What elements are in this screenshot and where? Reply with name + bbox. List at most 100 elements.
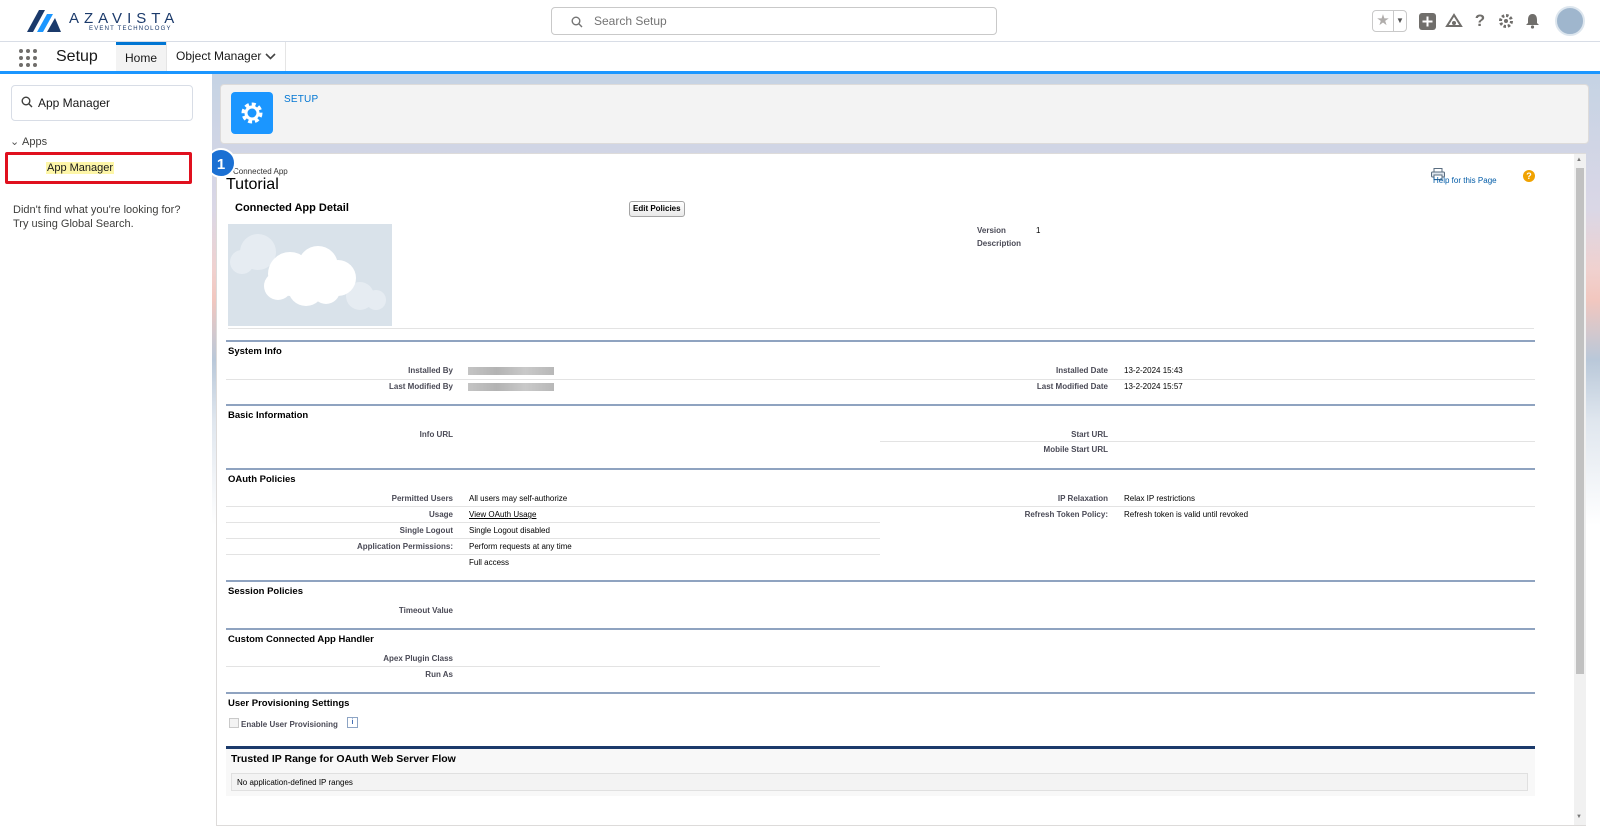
search-icon (571, 16, 583, 28)
start-url-label: Start URL (1071, 430, 1108, 439)
not-found-text: Didn't find what you're looking for? (13, 204, 181, 216)
tab-object-manager[interactable]: Object Manager (166, 42, 286, 71)
section-title: System Info (228, 346, 282, 357)
global-search[interactable] (551, 7, 997, 35)
logo-mark-icon (27, 10, 61, 32)
installed-by-label: Installed By (408, 366, 453, 375)
usage-label: Usage (428, 510, 453, 519)
page-title: Tutorial (226, 176, 279, 193)
redacted-user (468, 367, 554, 375)
app-permissions-value: Full access (469, 558, 510, 567)
notification-bell-icon[interactable] (1522, 11, 1542, 31)
scrollbar-thumb[interactable] (1576, 168, 1584, 674)
scroll-down-icon[interactable]: ▼ (1576, 814, 1582, 820)
last-modified-date-value: 13-2-2024 15:57 (1124, 382, 1183, 391)
installed-date-value: 13-2-2024 15:43 (1124, 366, 1183, 375)
enable-user-provisioning-checkbox[interactable] (229, 718, 239, 728)
scrollbar[interactable]: ▲ ▼ (1574, 154, 1586, 825)
permitted-users-value: All users may self-authorize (469, 494, 568, 503)
app-launcher-icon[interactable] (19, 49, 37, 67)
user-avatar[interactable] (1555, 6, 1585, 36)
detail-section-title: Connected App Detail (235, 202, 349, 214)
chevron-down-icon[interactable]: ▼ (1393, 11, 1406, 31)
last-modified-date-label: Last Modified Date (1036, 382, 1108, 391)
star-icon[interactable]: ★ (1373, 11, 1393, 31)
single-logout-value: Single Logout disabled (469, 526, 550, 535)
section-title: Custom Connected App Handler (228, 634, 374, 645)
last-modified-by-label: Last Modified By (388, 382, 453, 391)
mobile-start-url-label: Mobile Start URL (1043, 445, 1108, 454)
connected-app-detail-panel: 1 Connected App Tutorial Help for this P… (212, 148, 1586, 826)
session-policies-section: Session Policies Timeout Value (226, 580, 1535, 622)
sidebar-item-app-manager[interactable]: App Manager (5, 152, 192, 184)
basic-information-section: Basic Information Info URL Start URL Mob… (226, 404, 1535, 462)
row-divider (880, 441, 1535, 442)
redacted-user (468, 383, 554, 391)
cloud-icon (230, 234, 386, 310)
quick-find-input[interactable] (38, 96, 188, 110)
edit-policies-button[interactable]: Edit Policies (629, 201, 685, 217)
quick-find[interactable] (11, 85, 193, 121)
app-name: Setup (56, 48, 98, 65)
section-title: User Provisioning Settings (228, 698, 350, 709)
version-value: 1 (1036, 226, 1041, 235)
custom-handler-section: Custom Connected App Handler Apex Plugin… (226, 628, 1535, 686)
scroll-up-icon[interactable]: ▲ (1576, 157, 1582, 163)
timeout-value-label: Timeout Value (398, 606, 453, 615)
gear-icon[interactable] (1496, 11, 1516, 31)
single-logout-label: Single Logout (399, 526, 453, 535)
section-title: Basic Information (228, 410, 309, 421)
description-label: Description (977, 239, 1022, 248)
info-icon[interactable]: i (347, 717, 358, 728)
help-icon[interactable]: ? (1470, 11, 1490, 31)
sidebar-item-label: App Manager (46, 162, 115, 174)
row-divider (226, 666, 880, 667)
app-permissions-label: Application Permissions: (356, 542, 453, 551)
ip-relaxation-label: IP Relaxation (1057, 494, 1108, 503)
info-url-label: Info URL (419, 430, 453, 439)
ip-range-table: No application-defined IP ranges (231, 773, 1528, 791)
trusted-ip-range-section: Trusted IP Range for OAuth Web Server Fl… (226, 746, 1535, 796)
permitted-users-label: Permitted Users (391, 494, 453, 503)
empty-state-text: No application-defined IP ranges (237, 778, 353, 787)
view-oauth-usage-link-wrap: View OAuth Usage (469, 510, 536, 519)
tab-object-manager-label: Object Manager (176, 49, 262, 63)
global-actions-icon[interactable] (1417, 11, 1437, 31)
global-search-input[interactable] (594, 14, 984, 28)
user-provisioning-section: User Provisioning Settings Enable User P… (226, 692, 1535, 740)
row-divider (226, 522, 880, 523)
row-divider (880, 506, 1535, 507)
enable-provisioning-row: Enable User Provisioning i (226, 717, 526, 732)
section-title: Trusted IP Range for OAuth Web Server Fl… (231, 753, 456, 765)
search-icon (21, 96, 33, 108)
global-search-link[interactable]: Try using Global Search. (13, 218, 134, 230)
row-divider (226, 379, 1535, 380)
row-divider (226, 554, 880, 555)
apex-plugin-class-label: Apex Plugin Class (383, 654, 453, 663)
divider (228, 328, 1534, 329)
help-for-page-link[interactable]: Help for this Page (1433, 176, 1497, 185)
favorites-button[interactable]: ★ ▼ (1372, 10, 1407, 32)
page-header: SETUP (220, 84, 1589, 144)
not-found-hint: Didn't find what you're looking for? Try… (13, 203, 198, 231)
enable-user-provisioning-label: Enable User Provisioning (241, 720, 338, 729)
trailhead-icon[interactable] (1444, 11, 1464, 31)
brand-name: AZAVISTA (69, 10, 180, 27)
refresh-token-policy-value: Refresh token is valid until revoked (1124, 510, 1249, 519)
help-question-icon[interactable]: ? (1523, 170, 1535, 182)
installed-date-label: Installed Date (1055, 366, 1108, 375)
setup-sidebar: ⌄Apps App Manager Didn't find what you'r… (0, 74, 203, 826)
setup-gear-icon (231, 92, 273, 134)
tab-home[interactable]: Home (116, 42, 166, 71)
company-logo[interactable]: AZAVISTA EVENT TECHNOLOGY (27, 8, 174, 34)
view-oauth-usage-link[interactable]: View OAuth Usage (469, 510, 536, 519)
chevron-down-icon[interactable] (265, 42, 276, 71)
section-title: OAuth Policies (228, 474, 296, 485)
chevron-down-icon: ⌄ (10, 136, 20, 148)
app-logo-image (228, 224, 392, 326)
sidebar-group-apps[interactable]: ⌄ Apps (10, 135, 47, 148)
row-divider (226, 506, 880, 507)
row-divider (226, 538, 880, 539)
refresh-token-policy-label: Refresh Token Policy: (1024, 510, 1108, 519)
brand-tagline: EVENT TECHNOLOGY (89, 26, 172, 32)
